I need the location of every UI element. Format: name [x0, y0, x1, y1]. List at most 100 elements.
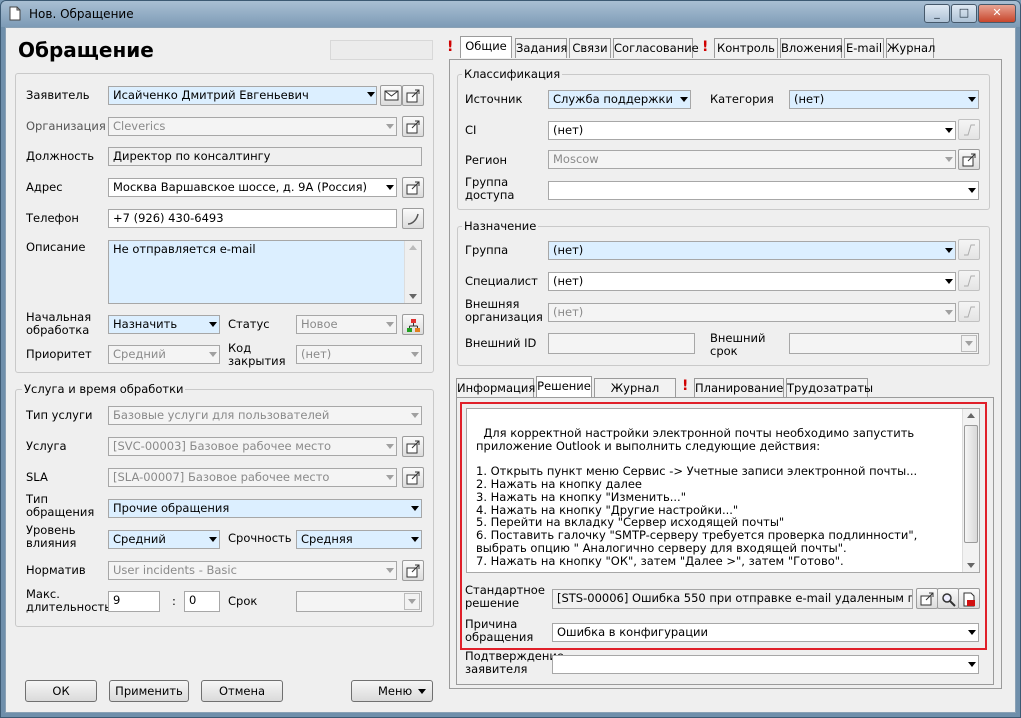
tab-tasks[interactable]: Задания: [515, 38, 567, 58]
organization-field[interactable]: Cleverics: [108, 117, 397, 136]
ci-select[interactable]: (нет): [548, 121, 956, 140]
address-open-button[interactable]: [402, 177, 424, 198]
applicant-open-button[interactable]: [402, 85, 424, 106]
sub-tabs: Информация Решение Журнал работ ! Планир…: [456, 376, 976, 413]
subtab-solution[interactable]: Решение: [536, 376, 592, 398]
tab-links[interactable]: Связи: [569, 38, 611, 58]
standard-solution-label: Стандартное решение: [465, 583, 545, 610]
confirm-label: Подтверждение заявителя: [465, 649, 564, 676]
source-label: Источник: [465, 92, 523, 106]
service-type-select[interactable]: Базовые услуги для пользователей: [108, 406, 422, 425]
source-select[interactable]: Служба поддержки: [548, 90, 691, 109]
solution-scrollbar[interactable]: [962, 409, 979, 572]
solution-text[interactable]: Для корректной настройки электронной поч…: [466, 408, 980, 573]
urgency-select[interactable]: Средняя: [296, 530, 422, 549]
tab-general[interactable]: Общие: [460, 36, 512, 58]
sla-open-button[interactable]: [402, 467, 424, 488]
category-select[interactable]: (нет): [789, 90, 979, 109]
standard-solution-open-button[interactable]: [916, 588, 938, 609]
sla-value: [SLA-00007] Базовое рабочее место: [113, 470, 330, 484]
cancel-button[interactable]: Отмена: [201, 680, 283, 702]
service-select[interactable]: [SVC-00003] Базовое рабочее место: [108, 437, 397, 456]
norm-select[interactable]: User incidents - Basic: [108, 561, 397, 580]
subtab-planning[interactable]: Планирование: [694, 378, 784, 398]
access-group-select[interactable]: [548, 181, 979, 200]
ok-button[interactable]: ОК: [25, 680, 97, 702]
minimize-button[interactable]: _: [924, 4, 950, 23]
status-workflow-button[interactable]: [402, 314, 424, 335]
send-email-button[interactable]: [380, 85, 402, 106]
specialist-select[interactable]: (нет): [548, 272, 956, 291]
norm-value: User incidents - Basic: [113, 563, 237, 577]
hours-value: 9: [113, 593, 121, 607]
subtab-info[interactable]: Информация: [456, 378, 535, 398]
description-field[interactable]: Не отправляется e-mail: [108, 240, 422, 304]
priority-select[interactable]: Средний: [108, 345, 220, 364]
tab-control[interactable]: Контроль: [714, 38, 778, 58]
ci-value: (нет): [553, 123, 584, 137]
main-tabs: ! Общие Задания Связи Согласование ! Кон…: [444, 36, 1004, 60]
apply-button[interactable]: Применить: [109, 680, 189, 702]
sla-select[interactable]: [SLA-00007] Базовое рабочее место: [108, 468, 397, 487]
phone-field[interactable]: +7 (926) 430-6493: [108, 209, 397, 228]
specialist-link-button[interactable]: [958, 270, 980, 291]
initial-processing-select[interactable]: Назначить: [108, 315, 220, 334]
menu-button[interactable]: Меню: [351, 680, 433, 702]
open-card-icon: [406, 181, 420, 195]
region-select[interactable]: Moscow: [548, 150, 956, 169]
service-open-button[interactable]: [402, 436, 424, 457]
standard-solution-search-button[interactable]: [937, 588, 959, 609]
norm-open-button[interactable]: [402, 560, 424, 581]
max-duration-minutes[interactable]: 0: [184, 591, 220, 612]
external-deadline-field[interactable]: [789, 333, 979, 354]
external-id-field[interactable]: [548, 333, 695, 354]
standard-solution-clear-button[interactable]: [958, 588, 980, 609]
sla-label: SLA: [26, 470, 48, 484]
max-duration-hours[interactable]: 9: [108, 591, 160, 612]
subtab-work-log[interactable]: Журнал работ: [594, 378, 676, 413]
region-open-button[interactable]: [958, 149, 980, 170]
workflow-icon: [407, 319, 420, 332]
status-select[interactable]: Новое: [296, 315, 397, 334]
ci-link-button[interactable]: [958, 119, 980, 140]
specialist-label: Специалист: [465, 274, 538, 288]
assignment-title: Назначение: [462, 219, 539, 233]
applicant-field[interactable]: Исайченко Дмитрий Евгеньевич: [108, 86, 377, 105]
classification-title: Классификация: [462, 67, 563, 81]
phone-label: Телефон: [26, 211, 79, 225]
group-value: (нет): [553, 243, 584, 257]
open-card-icon: [406, 120, 420, 134]
description-scrollbar[interactable]: [404, 241, 421, 303]
tab-control-alert-icon: !: [702, 39, 709, 55]
external-id-label: Внешний ID: [465, 336, 537, 350]
tab-attachments[interactable]: Вложения: [780, 38, 843, 58]
confirm-select[interactable]: [552, 655, 979, 674]
tab-journal[interactable]: Журнал: [886, 38, 935, 58]
open-card-icon: [406, 440, 420, 454]
deadline-field[interactable]: [296, 591, 422, 612]
applicant-label: Заявитель: [26, 88, 90, 102]
request-type-select[interactable]: Прочие обращения: [108, 499, 422, 518]
external-org-link-button[interactable]: [958, 301, 980, 322]
position-label: Должность: [26, 149, 95, 163]
subtab-labor[interactable]: Трудозатраты: [786, 378, 873, 398]
document-icon: [9, 6, 21, 24]
organization-open-button[interactable]: [402, 116, 424, 137]
close-button[interactable]: ✕: [978, 4, 1016, 23]
applicant-value: Исайченко Дмитрий Евгеньевич: [113, 88, 309, 102]
tab-approval[interactable]: Согласование: [613, 38, 699, 58]
reason-select[interactable]: Ошибка в конфигурации: [552, 623, 979, 642]
duration-separator: :: [172, 594, 176, 608]
solution-scroll-thumb[interactable]: [964, 425, 978, 543]
group-select[interactable]: (нет): [548, 241, 956, 260]
call-button[interactable]: [402, 208, 424, 229]
address-field[interactable]: Москва Варшавское шоссе, д. 9А (Россия): [108, 178, 397, 197]
external-org-select[interactable]: (нет): [548, 303, 956, 322]
group-link-button[interactable]: [958, 239, 980, 260]
tab-email[interactable]: E-mail: [844, 38, 884, 58]
close-code-select[interactable]: (нет): [296, 345, 422, 364]
impact-value: Средний: [113, 532, 166, 546]
impact-select[interactable]: Средний: [108, 530, 220, 549]
maximize-button[interactable]: □: [951, 4, 977, 23]
applicant-dropdown[interactable]: [362, 86, 377, 105]
